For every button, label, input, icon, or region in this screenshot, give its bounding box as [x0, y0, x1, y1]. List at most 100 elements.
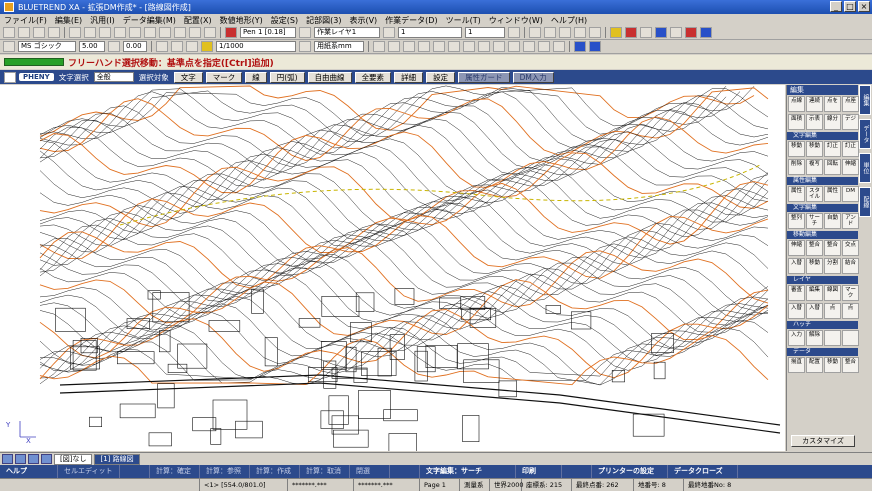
- palette-tool-button[interactable]: 入力: [788, 330, 805, 346]
- distance-icon[interactable]: [403, 41, 415, 52]
- palette-section-header[interactable]: 属性編集: [787, 177, 858, 185]
- align-left-icon[interactable]: [156, 41, 168, 52]
- palette-tool-button[interactable]: 属性: [824, 186, 841, 202]
- redo-icon[interactable]: [129, 27, 141, 38]
- fkey-printer-setup[interactable]: プリンターの設定: [592, 465, 668, 478]
- palette-tool-button[interactable]: アンド: [842, 213, 859, 229]
- refresh-icon[interactable]: [574, 41, 586, 52]
- palette-tool-button[interactable]: 整列: [788, 213, 805, 229]
- snap-icon[interactable]: [589, 27, 601, 38]
- menu-settings[interactable]: 設定(S): [271, 15, 298, 26]
- line-width-select[interactable]: 1: [465, 27, 505, 38]
- palette-tool-button[interactable]: DM: [842, 186, 859, 202]
- font-icon[interactable]: [3, 41, 15, 52]
- menu-place[interactable]: 配置(X): [184, 15, 212, 26]
- fkey-data-close[interactable]: データクローズ: [668, 465, 738, 478]
- fkey-text-search[interactable]: 文字編集：サーチ: [420, 465, 516, 478]
- window-icon[interactable]: [655, 27, 667, 38]
- property-icon[interactable]: [640, 27, 652, 38]
- palette-tool-button[interactable]: 配置: [806, 357, 823, 373]
- mirror-icon[interactable]: [538, 41, 550, 52]
- line-type-icon[interactable]: [383, 27, 395, 38]
- palette-tool-button[interactable]: 伸縮: [842, 159, 859, 175]
- extend-icon[interactable]: [493, 41, 505, 52]
- fkey-close-select[interactable]: 閉選: [350, 465, 390, 478]
- palette-tool-button[interactable]: 整合: [842, 357, 859, 373]
- filter-all-button[interactable]: 全要素: [354, 71, 392, 83]
- fkey-calc-cancel[interactable]: 計算：取消: [300, 465, 350, 478]
- vtab-unit[interactable]: 単位: [859, 153, 871, 183]
- palette-tool-button[interactable]: 交点: [842, 240, 859, 256]
- palette-tool-button[interactable]: 点線: [788, 96, 805, 112]
- fkey-print[interactable]: 印刷: [516, 465, 562, 478]
- filter-arc-button[interactable]: 円(弧): [269, 71, 305, 83]
- menu-data-edit[interactable]: データ編集(M): [123, 15, 176, 26]
- fkey-help[interactable]: ヘルプ: [0, 465, 58, 478]
- line-type-select[interactable]: 1: [398, 27, 462, 38]
- palette-section-header[interactable]: ハッチ: [787, 321, 858, 329]
- paper-icon[interactable]: [299, 41, 311, 52]
- palette-tool-button[interactable]: 伸縮: [788, 240, 805, 256]
- palette-tool-button[interactable]: 線図: [824, 285, 841, 301]
- delete-icon[interactable]: [625, 27, 637, 38]
- palette-tool-button[interactable]: 解除: [806, 330, 823, 346]
- map-icon[interactable]: [700, 27, 712, 38]
- intersect-icon[interactable]: [448, 41, 460, 52]
- fkey-calc-confirm[interactable]: 計算：確定: [150, 465, 200, 478]
- angle-field[interactable]: 0.00: [123, 41, 147, 52]
- palette-tool-button[interactable]: 結合: [842, 258, 859, 274]
- layer-icon[interactable]: [299, 27, 311, 38]
- palette-tool-button[interactable]: 自動: [824, 213, 841, 229]
- fkey-calc-create[interactable]: 計算：作成: [250, 465, 300, 478]
- palette-tool-button[interactable]: 入替: [788, 303, 805, 319]
- drawing-canvas[interactable]: Y X: [0, 85, 785, 451]
- palette-section-header[interactable]: 文字編集: [787, 204, 858, 212]
- palette-tool-button[interactable]: 審査: [788, 285, 805, 301]
- palette-tool-button[interactable]: [842, 330, 859, 346]
- fkey-calc-ref[interactable]: 計算：参照: [200, 465, 250, 478]
- palette-tool-button[interactable]: 移動: [824, 357, 841, 373]
- tab-none[interactable]: [図]なし: [54, 453, 93, 465]
- palette-tool-button[interactable]: 整合: [806, 240, 823, 256]
- fkey-9[interactable]: [390, 465, 420, 478]
- grid-icon[interactable]: [574, 27, 586, 38]
- palette-section-header[interactable]: データ: [787, 348, 858, 356]
- pencil-icon[interactable]: [508, 27, 520, 38]
- paste-icon[interactable]: [99, 27, 111, 38]
- align-right-icon[interactable]: [186, 41, 198, 52]
- offset-icon[interactable]: [463, 41, 475, 52]
- palette-tool-button[interactable]: 複写: [806, 159, 823, 175]
- text-style-icon[interactable]: [108, 41, 120, 52]
- customize-button[interactable]: カスタマイズ: [791, 435, 855, 447]
- dm-input-button[interactable]: DM入力: [512, 71, 554, 83]
- settings-button[interactable]: 設定: [426, 71, 456, 83]
- palette-section-header[interactable]: レイヤ: [787, 276, 858, 284]
- palette-section-header[interactable]: 移動編集: [787, 231, 858, 239]
- palette-tool-button[interactable]: サーチ: [806, 213, 823, 229]
- history-icon[interactable]: [589, 41, 601, 52]
- palette-tool-button[interactable]: 訂正: [824, 141, 841, 157]
- mode-select[interactable]: 全般: [93, 72, 134, 82]
- copy-icon[interactable]: [84, 27, 96, 38]
- area-icon[interactable]: [388, 41, 400, 52]
- maximize-button[interactable]: □: [844, 1, 856, 12]
- undo-icon[interactable]: [114, 27, 126, 38]
- tab-route-map[interactable]: [1] 路線図: [94, 453, 140, 465]
- palette-tool-button[interactable]: 線分: [824, 114, 841, 130]
- cancel-icon[interactable]: [4, 71, 16, 83]
- menu-terrain[interactable]: 数値地形(Y): [220, 15, 263, 26]
- align-center-icon[interactable]: [171, 41, 183, 52]
- zoom-in-icon[interactable]: [144, 27, 156, 38]
- fkey-12[interactable]: [562, 465, 592, 478]
- palette-tool-button[interactable]: 編集: [806, 285, 823, 301]
- vtab-wiring[interactable]: 配線: [859, 187, 871, 217]
- menu-drawing[interactable]: 記部図(3): [306, 15, 341, 26]
- cut-icon[interactable]: [69, 27, 81, 38]
- trim-icon[interactable]: [478, 41, 490, 52]
- vtab-edit[interactable]: 編集: [859, 85, 871, 115]
- rotate-icon[interactable]: [523, 41, 535, 52]
- palette-tool-button[interactable]: 揃直: [788, 357, 805, 373]
- palette-tool-button[interactable]: 点: [842, 303, 859, 319]
- font-select[interactable]: MS ゴシック: [18, 41, 76, 52]
- angle-icon[interactable]: [418, 41, 430, 52]
